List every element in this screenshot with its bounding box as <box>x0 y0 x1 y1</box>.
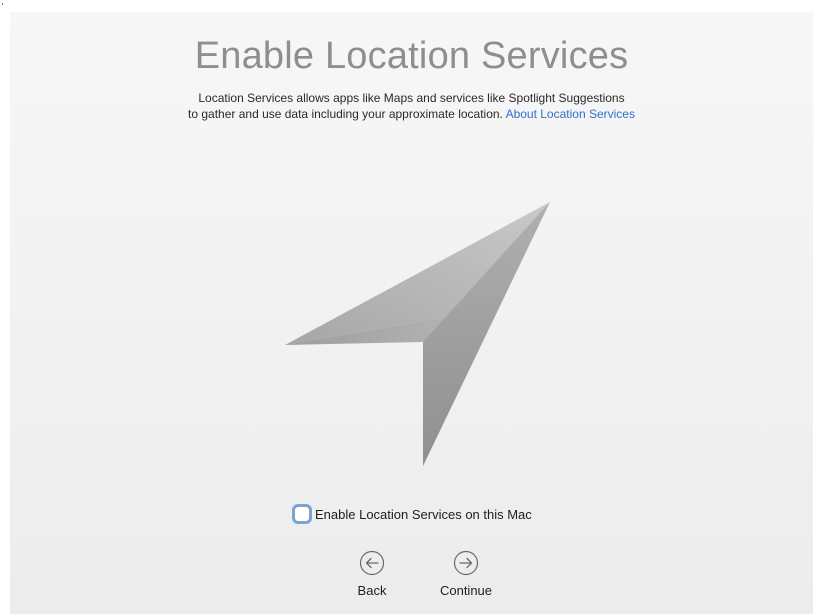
description-line-1: Location Services allows apps like Maps … <box>198 91 625 105</box>
arrow-right-circle-icon[interactable] <box>453 550 479 576</box>
continue-label[interactable]: Continue <box>440 583 492 598</box>
continue-button[interactable]: Continue <box>434 550 498 598</box>
about-location-services-link[interactable]: About Location Services <box>506 107 635 121</box>
corner-dot <box>2 3 3 5</box>
enable-location-checkbox-row[interactable]: Enable Location Services on this Mac <box>292 505 532 523</box>
back-label[interactable]: Back <box>358 583 387 598</box>
description-line-2: to gather and use data including your ap… <box>10 106 813 122</box>
description: Location Services allows apps like Maps … <box>10 90 813 122</box>
page-title: Enable Location Services <box>194 35 629 77</box>
back-button[interactable]: Back <box>352 550 392 598</box>
enable-location-checkbox[interactable] <box>294 506 310 522</box>
enable-location-checkbox-label[interactable]: Enable Location Services on this Mac <box>315 507 532 522</box>
arrow-left-circle-icon[interactable] <box>359 550 385 576</box>
location-arrow-icon <box>285 202 550 466</box>
description-line-2-text: to gather and use data including your ap… <box>188 107 503 121</box>
